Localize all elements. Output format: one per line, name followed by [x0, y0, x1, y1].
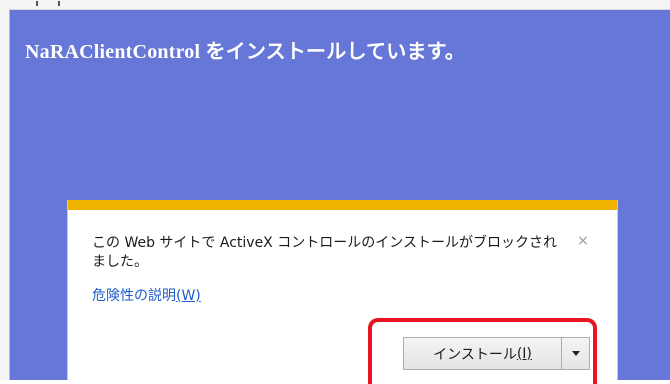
title-suffix: をインストールしています。: [205, 41, 466, 63]
install-split-button: インストール (I): [403, 337, 590, 370]
control-name: NaRAClientControl: [25, 41, 201, 63]
install-label: インストール: [433, 346, 517, 363]
link-accelerator: (W): [176, 288, 201, 304]
tick-mark: [58, 1, 60, 6]
notification-accent-bar: [68, 200, 617, 210]
install-options-dropdown[interactable]: [562, 338, 589, 369]
browser-frame: NaRAClientControl をインストールしています。 この Web サ…: [0, 0, 670, 384]
chevron-down-icon: [571, 351, 580, 356]
tick-mark: [36, 1, 38, 6]
left-border: [0, 9, 10, 380]
page-title: NaRAClientControl をインストールしています。: [25, 35, 465, 64]
install-button[interactable]: インストール (I): [404, 338, 562, 369]
top-strip: [0, 0, 670, 10]
notification-message: この Web サイトで ActiveX コントロールのインストールがブロックされ…: [92, 235, 557, 270]
install-accelerator: (I): [516, 345, 532, 362]
link-label: 危険性の説明: [92, 288, 176, 304]
close-icon[interactable]: ×: [576, 234, 590, 248]
risk-explanation-link[interactable]: 危険性の説明(W): [92, 285, 201, 305]
